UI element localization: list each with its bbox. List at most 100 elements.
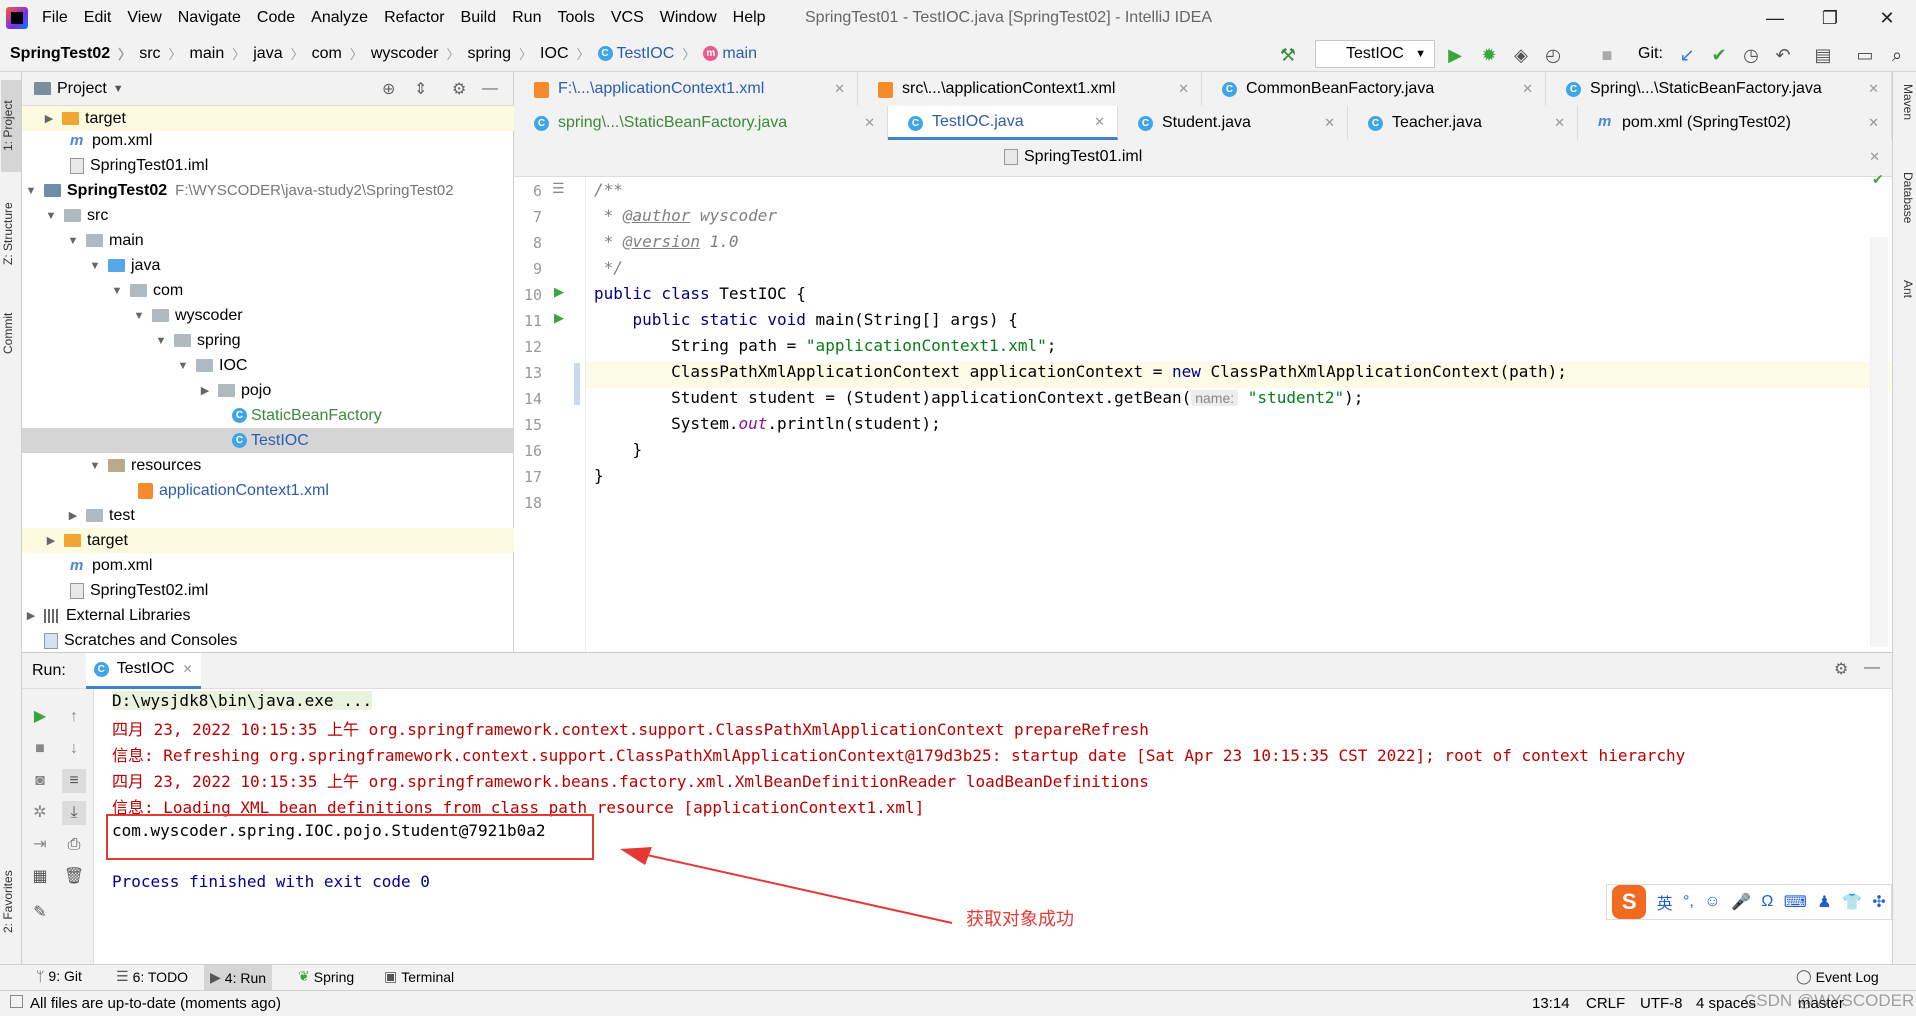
collapse-arrow-icon[interactable]: ▼ <box>88 260 102 272</box>
menu-analyze[interactable]: Analyze <box>303 9 376 27</box>
tree-item-testioc[interactable]: C TestIOC <box>22 428 514 453</box>
editor-scrollbar[interactable] <box>1870 237 1888 647</box>
run-gutter-icon[interactable]: ▶ <box>554 310 564 326</box>
tool-git[interactable]: ᛘ 9: Git <box>36 968 82 984</box>
expand-arrow-icon[interactable]: ▶ <box>198 384 212 397</box>
rerun-icon[interactable]: ▶ <box>28 705 52 729</box>
tool-tab-favorites[interactable]: 2: Favorites <box>1 852 21 952</box>
breadcrumb-main[interactable]: main 〉 <box>186 44 250 63</box>
close-tab-icon[interactable]: ✕ <box>864 115 875 131</box>
trash-icon[interactable]: 🗑 <box>62 865 86 889</box>
tree-item-staticbeanfactory[interactable]: C StaticBeanFactory <box>22 403 514 428</box>
git-update-icon[interactable]: ↙ <box>1676 44 1698 66</box>
close-tab-icon[interactable]: ✕ <box>1324 115 1335 131</box>
emoji-icon[interactable]: ☺ <box>1704 893 1720 911</box>
breadcrumb-method-main[interactable]: m main <box>699 45 761 63</box>
tree-item-target-2[interactable]: ▶ target <box>22 528 514 553</box>
punctuation-icon[interactable]: °, <box>1683 893 1694 911</box>
inspection-ok-icon[interactable]: ✔ <box>1872 171 1884 188</box>
tab-teacher[interactable]: C Teacher.java ✕ <box>1348 106 1578 140</box>
scroll-to-end-icon[interactable]: ⤓ <box>62 801 86 825</box>
menu-help[interactable]: Help <box>725 9 774 27</box>
breadcrumb-com[interactable]: com 〉 <box>308 44 367 63</box>
menu-build[interactable]: Build <box>453 9 505 27</box>
close-tab-icon[interactable]: ✕ <box>1868 115 1879 131</box>
tab-student[interactable]: C Student.java ✕ <box>1118 106 1348 140</box>
collapse-arrow-icon[interactable]: ▼ <box>88 460 102 472</box>
menu-navigate[interactable]: Navigate <box>170 9 249 27</box>
tool-event-log[interactable]: ◯ Event Log <box>1796 968 1879 985</box>
minimize-icon[interactable]: — <box>1760 4 1790 32</box>
chevron-down-icon[interactable]: ▼ <box>113 83 124 95</box>
run-tab-testioc[interactable]: C TestIOC ✕ <box>85 652 201 689</box>
tab-staticbeanfactory[interactable]: Cspring\...\StaticBeanFactory.java ✕ <box>514 106 888 140</box>
breadcrumb-src[interactable]: src 〉 <box>135 44 185 63</box>
expand-arrow-icon[interactable]: ▶ <box>24 609 38 622</box>
tree-item-wyscoder[interactable]: ▼ wyscoder <box>22 303 514 328</box>
code-editor[interactable]: 6 7 8 9 10 11 12 13 14 15 16 17 18 ☰ ▶ ▶… <box>514 171 1892 653</box>
search-icon[interactable]: ⌕ <box>1886 44 1908 66</box>
tool-terminal[interactable]: ▣ Terminal <box>384 968 454 985</box>
close-tab-icon[interactable]: ✕ <box>1868 81 1879 97</box>
tool-run[interactable]: ▶ 4: Run <box>204 965 273 990</box>
tree-item-src[interactable]: ▼ src <box>22 203 514 228</box>
tool-tab-structure[interactable]: Z: Structure <box>1 184 21 284</box>
pin-icon[interactable]: ✎ <box>28 901 52 925</box>
tree-item-pom-2[interactable]: m pom.xml <box>22 553 514 578</box>
stop-icon[interactable]: ■ <box>1596 44 1618 66</box>
menu-refactor[interactable]: Refactor <box>376 9 452 27</box>
hide-icon[interactable]: — <box>482 80 498 98</box>
omega-icon[interactable]: Ω <box>1761 893 1773 911</box>
expand-arrow-icon[interactable]: ▶ <box>42 112 56 125</box>
tool-todo[interactable]: ☰ 6: TODO <box>116 968 188 985</box>
grid-icon[interactable]: ✣ <box>1872 892 1885 912</box>
scroll-down-icon[interactable]: ↓ <box>62 737 86 761</box>
hide-icon[interactable]: — <box>1864 659 1880 677</box>
tool-tab-database[interactable]: Database <box>1895 172 1915 262</box>
close-tab-icon[interactable]: ✕ <box>1869 149 1880 165</box>
tree-item-resources[interactable]: ▼ resources <box>22 453 514 478</box>
git-history-icon[interactable]: ◷ <box>1740 44 1762 66</box>
stop-icon[interactable]: ■ <box>28 737 52 761</box>
login-icon[interactable]: ⇥ <box>28 833 52 857</box>
breadcrumb-project[interactable]: SpringTest02 〉 <box>0 44 135 63</box>
close-tab-icon[interactable]: ✕ <box>1522 81 1533 97</box>
tree-item-java[interactable]: ▼ java <box>22 253 514 278</box>
tab-testioc[interactable]: C TestIOC.java ✕ <box>888 106 1118 140</box>
tree-item-test[interactable]: ▶ test <box>22 503 514 528</box>
tab-pom[interactable]: m pom.xml (SpringTest02) ✕ <box>1578 106 1892 140</box>
project-structure-icon[interactable]: ▤ <box>1812 44 1834 66</box>
tool-spring[interactable]: ❦ Spring <box>298 968 354 985</box>
breadcrumb-ioc[interactable]: IOC 〉 <box>536 44 593 63</box>
ime-language[interactable]: 英 <box>1657 890 1673 914</box>
file-encoding[interactable]: UTF-8 <box>1640 995 1683 1012</box>
run-configuration-select[interactable]: TestIOC ▼ <box>1315 40 1435 68</box>
sogou-logo-icon[interactable]: S <box>1612 885 1647 919</box>
menu-window[interactable]: Window <box>652 9 725 27</box>
expand-arrow-icon[interactable]: ▶ <box>44 534 58 547</box>
status-toggle-icon[interactable] <box>10 995 23 1008</box>
line-separator[interactable]: CRLF <box>1586 995 1625 1012</box>
tab-staticbeanfactory-spring[interactable]: C Spring\...\StaticBeanFactory.java ✕ <box>1546 72 1892 106</box>
menu-tools[interactable]: Tools <box>549 9 602 27</box>
collapse-arrow-icon[interactable]: ▼ <box>154 335 168 347</box>
run-icon[interactable]: ▶ <box>1444 44 1466 66</box>
tree-item-pojo[interactable]: ▶ pojo <box>22 378 514 403</box>
tree-item-ioc[interactable]: ▼ IOC <box>22 353 514 378</box>
tab-applicationcontext-src[interactable]: src\...\applicationContext1.xml ✕ <box>858 72 1202 106</box>
tool-tab-project[interactable]: 1: Project <box>1 80 21 172</box>
collapse-arrow-icon[interactable]: ▼ <box>24 185 38 197</box>
tree-item-com[interactable]: ▼ com <box>22 278 514 303</box>
collapse-all-icon[interactable]: ⇕ <box>414 79 427 99</box>
shirt-icon[interactable]: 👕 <box>1842 892 1862 912</box>
keyboard-icon[interactable]: ⌨ <box>1784 892 1807 912</box>
print-icon[interactable]: ⎙ <box>62 833 86 857</box>
tab-applicationcontext-f[interactable]: F:\...\applicationContext1.xml ✕ <box>514 72 858 106</box>
menu-code[interactable]: Code <box>249 9 303 27</box>
tree-item-iml-2[interactable]: SpringTest02.iml <box>22 578 514 603</box>
menu-vcs[interactable]: VCS <box>603 9 652 27</box>
doc-toggle-icon[interactable]: ☰ <box>552 180 565 197</box>
breadcrumb-wyscoder[interactable]: wyscoder 〉 <box>367 44 464 63</box>
collapse-arrow-icon[interactable]: ▼ <box>132 310 146 322</box>
tree-item-applicationcontext[interactable]: applicationContext1.xml <box>22 478 514 503</box>
